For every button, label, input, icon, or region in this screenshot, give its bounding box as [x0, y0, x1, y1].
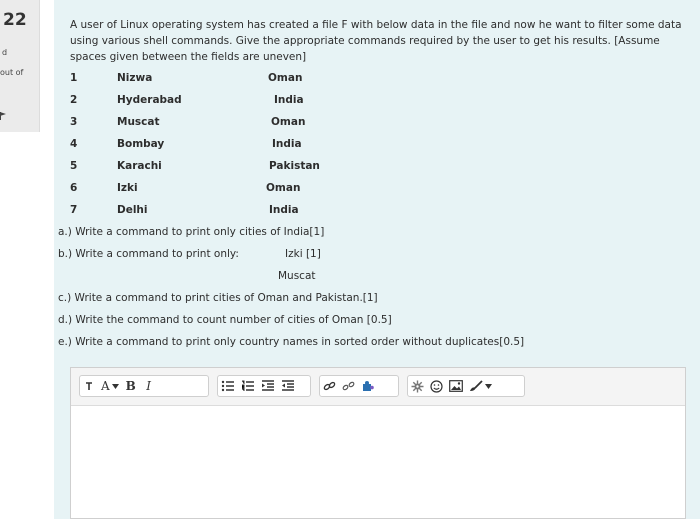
outdent-button[interactable] — [278, 376, 298, 396]
toolbar-toggle-button[interactable] — [80, 376, 98, 396]
question-intro: A user of Linux operating system has cre… — [70, 19, 682, 63]
chevron-down-icon — [485, 383, 492, 389]
question-status: d — [2, 48, 8, 57]
insert-link-button[interactable] — [320, 376, 339, 396]
question-marks: out of — [0, 68, 24, 77]
row-city: Muscat — [117, 116, 160, 128]
row-country: India — [272, 138, 302, 150]
row-country: Oman — [271, 116, 306, 128]
paragraph-style-label: A — [101, 379, 110, 393]
row-country: India — [274, 94, 304, 106]
emoji-button[interactable] — [427, 376, 446, 396]
row-number: 1 — [70, 72, 78, 84]
unlink-icon — [342, 381, 355, 391]
gear-icon — [411, 380, 424, 392]
indent-button[interactable] — [258, 376, 278, 396]
row-city: Bombay — [117, 138, 165, 150]
row-number: 5 — [70, 160, 78, 172]
question-part-c: c.) Write a command to print cities of O… — [58, 292, 378, 304]
question-part-b-muscat: Muscat — [278, 270, 316, 282]
smiley-icon — [430, 379, 443, 393]
flag-question-icon[interactable] — [0, 112, 6, 122]
row-number: 7 — [70, 204, 78, 216]
row-city: Delhi — [117, 204, 148, 216]
indent-icon — [262, 380, 274, 391]
link-icon — [323, 381, 336, 391]
row-city: Nizwa — [117, 72, 153, 84]
insert-image-button[interactable] — [446, 376, 466, 396]
row-country: Pakistan — [269, 160, 320, 172]
brush-icon — [470, 380, 483, 391]
italic-label: I — [146, 379, 152, 393]
row-city: Karachi — [117, 160, 162, 172]
row-city: Hyderabad — [117, 94, 182, 106]
row-number: 6 — [70, 182, 78, 194]
question-info-panel: 22 d out of — [0, 0, 40, 132]
question-part-d: d.) Write the command to count number of… — [58, 314, 392, 326]
puzzle-icon — [363, 381, 374, 391]
bold-label: B — [125, 379, 136, 393]
bold-button[interactable]: B — [122, 376, 140, 396]
toolbar-toggle-icon — [86, 382, 92, 390]
row-number: 2 — [70, 94, 78, 106]
row-country: India — [269, 204, 299, 216]
toolbar-group-links — [319, 375, 399, 397]
special-characters-button[interactable] — [408, 376, 427, 396]
numbered-list-button[interactable] — [238, 376, 258, 396]
insert-media-button[interactable] — [358, 376, 377, 396]
draw-button[interactable] — [466, 376, 495, 396]
question-part-b-izki: Izki [1] — [285, 248, 321, 260]
toolbar-group-lists — [217, 375, 311, 397]
question-part-e: e.) Write a command to print only countr… — [58, 336, 525, 348]
toolbar-group-format: A B I — [79, 375, 209, 397]
chevron-down-icon — [111, 383, 119, 389]
row-number: 4 — [70, 138, 78, 150]
bullet-list-button[interactable] — [218, 376, 238, 396]
answer-text-area[interactable] — [71, 406, 685, 518]
answer-editor: A B I — [70, 367, 686, 519]
image-icon — [449, 380, 463, 392]
outdent-icon — [282, 380, 294, 391]
question-part-a: a.) Write a command to print only cities… — [58, 226, 325, 238]
unlink-button[interactable] — [339, 376, 358, 396]
row-country: Oman — [266, 182, 301, 194]
numbered-list-icon — [242, 380, 254, 391]
row-country: Oman — [268, 72, 303, 84]
italic-button[interactable]: I — [140, 376, 158, 396]
toolbar-group-insert — [407, 375, 525, 397]
row-city: Izki — [117, 182, 138, 194]
paragraph-style-button[interactable]: A — [98, 376, 122, 396]
question-part-b: b.) Write a command to print only: — [58, 248, 239, 260]
row-number: 3 — [70, 116, 78, 128]
editor-toolbar: A B I — [71, 368, 685, 406]
question-number: 22 — [3, 10, 27, 30]
question-content: A user of Linux operating system has cre… — [54, 0, 700, 519]
bullet-list-icon — [221, 380, 234, 392]
